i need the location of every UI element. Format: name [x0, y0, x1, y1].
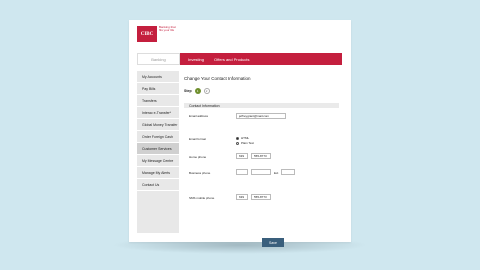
step-1-indicator: 1	[194, 88, 201, 94]
format-html-option[interactable]: HTML	[236, 136, 249, 140]
tab-banking[interactable]: Banking	[137, 53, 180, 65]
sidebar-item-transfers[interactable]: Transfers	[137, 95, 179, 107]
sms-phone-area-code[interactable]: 639	[236, 194, 248, 200]
save-button[interactable]: Save	[262, 238, 284, 247]
logo-tagline: Banking that fits your life	[159, 25, 176, 33]
section-header: Contact Information	[184, 103, 339, 108]
tab-investing[interactable]: Investing	[188, 57, 204, 62]
cibc-logo[interactable]: CIBC Banking that fits your life	[137, 25, 177, 42]
sms-phone-label: SMS mobile phone	[189, 196, 215, 200]
step-2-indicator: 2	[203, 88, 210, 94]
sidebar-item-manage-my-alerts[interactable]: Manage My Alerts	[137, 167, 179, 179]
html-radio[interactable]	[236, 136, 239, 140]
format-plain-text-option[interactable]: Plain Text	[236, 141, 254, 145]
plain-text-radio-label: Plain Text	[241, 141, 254, 145]
sidebar-item-pay-bills[interactable]: Pay Bills	[137, 83, 179, 95]
sidebar-item-my-message-centre[interactable]: My Message Centre	[137, 155, 179, 167]
home-phone-number[interactable]: 555-8773	[251, 153, 271, 159]
sidebar-item-global-money-transfer[interactable]: Global Money Transfer	[137, 119, 179, 131]
business-phone-ext[interactable]	[281, 169, 295, 175]
email-input[interactable]: jeffreygrant@mail.com	[236, 113, 286, 119]
plain-text-radio[interactable]	[236, 141, 239, 145]
sidebar: My Accounts Pay Bills Transfers Interac …	[137, 71, 179, 233]
logo-mark: CIBC	[137, 26, 157, 42]
email-format-label: Email format	[189, 137, 206, 141]
step-label: Step	[184, 89, 192, 93]
tab-offers-and-products[interactable]: Offers and Products	[214, 57, 250, 62]
step-indicator: Step 1 2	[184, 88, 210, 94]
top-navigation: Banking Investing Offers and Products	[137, 53, 342, 65]
banking-window: CIBC Banking that fits your life Banking…	[129, 20, 351, 247]
business-phone-number[interactable]	[251, 169, 271, 175]
sidebar-item-my-accounts[interactable]: My Accounts	[137, 71, 179, 83]
page-title: Change Your Contact Information	[184, 76, 251, 81]
sidebar-item-customer-services[interactable]: Customer Services	[137, 143, 179, 155]
email-label: Email address	[189, 114, 209, 118]
sidebar-item-order-foreign-cash[interactable]: Order Foreign Cash	[137, 131, 179, 143]
business-phone-area-code[interactable]	[236, 169, 248, 175]
ext-label: Ext	[274, 171, 279, 175]
home-phone-label: Home phone	[189, 155, 207, 159]
html-radio-label: HTML	[241, 136, 250, 140]
sms-phone-number[interactable]: 555-8773	[251, 194, 271, 200]
sidebar-item-contact-us[interactable]: Contact Us	[137, 179, 179, 191]
top-nav-bar: Investing Offers and Products	[180, 53, 342, 65]
sidebar-item-interac-e-transfer[interactable]: Interac e-Transfer*	[137, 107, 179, 119]
business-phone-label: Business phone	[189, 171, 211, 175]
home-phone-area-code[interactable]: 639	[236, 153, 248, 159]
main-content: Change Your Contact Information Step 1 2…	[184, 76, 344, 200]
